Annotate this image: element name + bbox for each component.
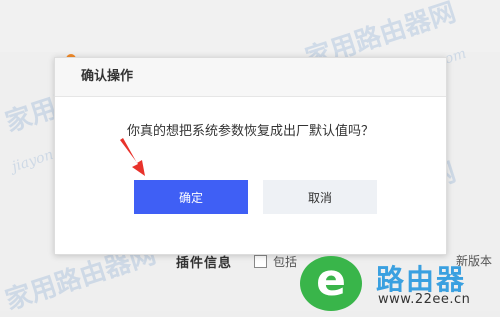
site-logo: e 路由器 www.22ee.cn — [300, 256, 500, 311]
logo-e-icon: e — [300, 256, 362, 311]
logo-url: www.22ee.cn — [378, 292, 471, 307]
background-header — [0, 0, 500, 52]
red-arrow-icon — [120, 138, 145, 176]
confirm-button[interactable]: 确定 — [134, 180, 248, 214]
plugin-include-label: 包括 — [273, 254, 298, 269]
plugin-include-checkbox[interactable] — [254, 254, 268, 268]
confirm-dialog: 确认操作 你真的想把系统参数恢复成出厂默认值吗？ 确定 取消 — [54, 57, 447, 255]
cancel-button[interactable]: 取消 — [263, 180, 377, 214]
dialog-title: 确认操作 — [55, 58, 446, 97]
dialog-message: 你真的想把系统参数恢复成出厂默认值吗？ — [126, 124, 374, 139]
